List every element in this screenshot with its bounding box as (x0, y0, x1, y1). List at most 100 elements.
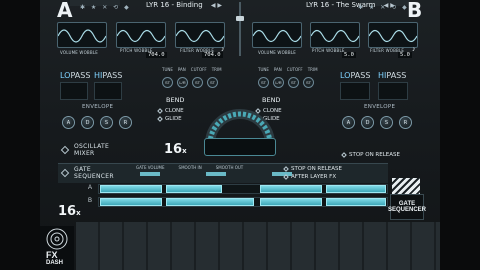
cutoff-knob[interactable]: ST (288, 77, 299, 88)
pan-label: PAN (177, 67, 186, 72)
envelope-a-label: ENVELOPE (82, 104, 114, 110)
diamond-icon (157, 116, 163, 122)
pan-label: PAN (273, 67, 282, 72)
release-knob[interactable]: R (119, 116, 132, 129)
center-fader[interactable] (236, 0, 244, 58)
trim-knob[interactable]: ST (303, 77, 314, 88)
pan-knob[interactable]: L/R (273, 77, 284, 88)
waveform-b-3-value[interactable]: 5.0 (398, 52, 412, 58)
cutoff-label: CUTOFF (190, 67, 207, 72)
diamond-icon (283, 166, 289, 172)
hipass-b-display[interactable] (378, 82, 408, 100)
trim-knob[interactable]: ST (207, 77, 218, 88)
fx-dash-logo: FX DASH (40, 226, 74, 270)
smooth-in-label: SMOOTH IN (178, 165, 202, 170)
left-margin (0, 0, 40, 270)
trim-label: TRIM (211, 67, 222, 72)
diamond-icon (157, 108, 163, 114)
waveform-b-2-value[interactable]: 5.0 (342, 52, 356, 58)
oscillate-mixer[interactable]: OSCILLATE MIXER (60, 143, 109, 157)
gate-step[interactable] (260, 198, 322, 206)
decay-knob[interactable]: D (361, 116, 374, 129)
crossfader-display[interactable] (204, 138, 276, 156)
hipass-a-display[interactable] (94, 82, 122, 100)
tune-knobs-a: ST L/R ST ST (162, 77, 218, 88)
trim-label: TRIM (307, 67, 318, 72)
gate-after-layer-fx[interactable]: AFTER LAYER FX (283, 174, 336, 180)
envelope-b-label: ENVELOPE (364, 104, 396, 110)
gate-step[interactable] (326, 185, 386, 193)
gate-step[interactable] (260, 185, 322, 193)
gate-volume-slider[interactable] (140, 172, 160, 176)
waveform-a-2-value[interactable]: 704.0 (146, 52, 167, 58)
sustain-knob[interactable]: S (100, 116, 113, 129)
gate-step[interactable] (166, 185, 222, 193)
waveform-b-1-label: VOLUME WOBBLE (258, 50, 296, 55)
waveform-b-3[interactable] (368, 22, 418, 48)
waveform-a-3[interactable] (175, 22, 225, 48)
synth-panel: A ✱ ★ ✕ ⟲ ◆ LYR 16 - Binding ◀ ▶ LYR 16 … (40, 0, 440, 270)
stop-on-release-b[interactable]: STOP ON RELEASE (341, 152, 400, 158)
smooth-out-label: SMOOTH OUT (215, 165, 244, 170)
tune-knobs-b: ST L/R ST ST (258, 77, 314, 88)
decay-knob[interactable]: D (81, 116, 94, 129)
adsr-b: A D S R (342, 116, 412, 129)
waveform-a-1-label: VOLUME WOBBLE (60, 50, 98, 55)
gate-step[interactable] (100, 198, 162, 206)
header-icons-a[interactable]: ✱ ★ ✕ ⟲ ◆ (80, 4, 131, 11)
header-icons-b[interactable]: ✱ ★ ✕ ⟲ ◆ (358, 4, 409, 11)
waveform-b-2[interactable] (310, 22, 360, 48)
preset-a[interactable]: LYR 16 - Binding ◀ ▶ (146, 1, 222, 9)
preset-a-name[interactable]: LYR 16 - Binding (146, 1, 203, 9)
waveform-a-1[interactable] (57, 22, 107, 48)
cutoff-knob[interactable]: ST (192, 77, 203, 88)
lopass-b[interactable]: LOPASS (340, 71, 370, 80)
gate-sequencer-title[interactable]: GATE SEQUENCER (60, 166, 114, 180)
bend-a[interactable]: BEND (166, 96, 184, 104)
lopass-b-display[interactable] (340, 82, 370, 100)
smooth-in-slider[interactable] (206, 172, 226, 176)
right-margin (440, 0, 480, 270)
diamond-icon (283, 174, 289, 180)
gate-row-a-label: A (88, 185, 93, 191)
gate-stop-on-release[interactable]: STOP ON RELEASE (283, 166, 342, 172)
note-icon[interactable]: ♪ (221, 46, 225, 53)
waveform-b-2-label: PITCH WOBBLE (312, 48, 345, 53)
glide-a[interactable]: GLIDE (157, 116, 182, 122)
gate-logo: GATE SEQUENCER (388, 194, 426, 220)
tune-knob[interactable]: ST (258, 77, 269, 88)
preset-a-arrows-icon[interactable]: ◀ ▶ (211, 2, 222, 9)
release-knob[interactable]: R (399, 116, 412, 129)
gate-row-b-label: B (88, 198, 93, 204)
adsr-a: A D S R (62, 116, 132, 129)
clone-a[interactable]: CLONE (157, 108, 184, 114)
attack-knob[interactable]: A (342, 116, 355, 129)
tune-labels-a: TUNE PAN CUTOFF TRIM (162, 67, 222, 72)
cutoff-label: CUTOFF (286, 67, 303, 72)
deck-a-letter: A (57, 0, 73, 22)
waveform-a-3-value[interactable]: 704.0 (202, 52, 223, 58)
gate-step[interactable] (166, 198, 254, 206)
sustain-knob[interactable]: S (380, 116, 393, 129)
diamond-icon (60, 145, 70, 155)
waveform-b-1[interactable] (252, 22, 302, 48)
hipass-a[interactable]: HIPASS (94, 71, 122, 80)
diamond-icon (341, 152, 347, 158)
attack-knob[interactable]: A (62, 116, 75, 129)
waveform-a-2[interactable] (116, 22, 166, 48)
osc-count[interactable]: 16x (164, 142, 187, 157)
pan-knob[interactable]: L/R (177, 77, 188, 88)
gate-step[interactable] (100, 185, 162, 193)
fx-dash-spiral-icon (46, 228, 68, 250)
gate-volume-label: GATE VOLUME (136, 165, 165, 170)
hipass-b[interactable]: HIPASS (378, 71, 406, 80)
gate-step[interactable] (326, 198, 386, 206)
gate-sliders (140, 172, 292, 176)
lopass-a[interactable]: LOPASS (60, 71, 90, 80)
tune-knob[interactable]: ST (162, 77, 173, 88)
bottom-strip (76, 222, 440, 270)
fx-logo-line2: DASH (46, 260, 64, 266)
lopass-a-display[interactable] (60, 82, 88, 100)
gate-count[interactable]: 16x (58, 204, 81, 219)
note-icon[interactable]: ♪ (412, 46, 416, 53)
